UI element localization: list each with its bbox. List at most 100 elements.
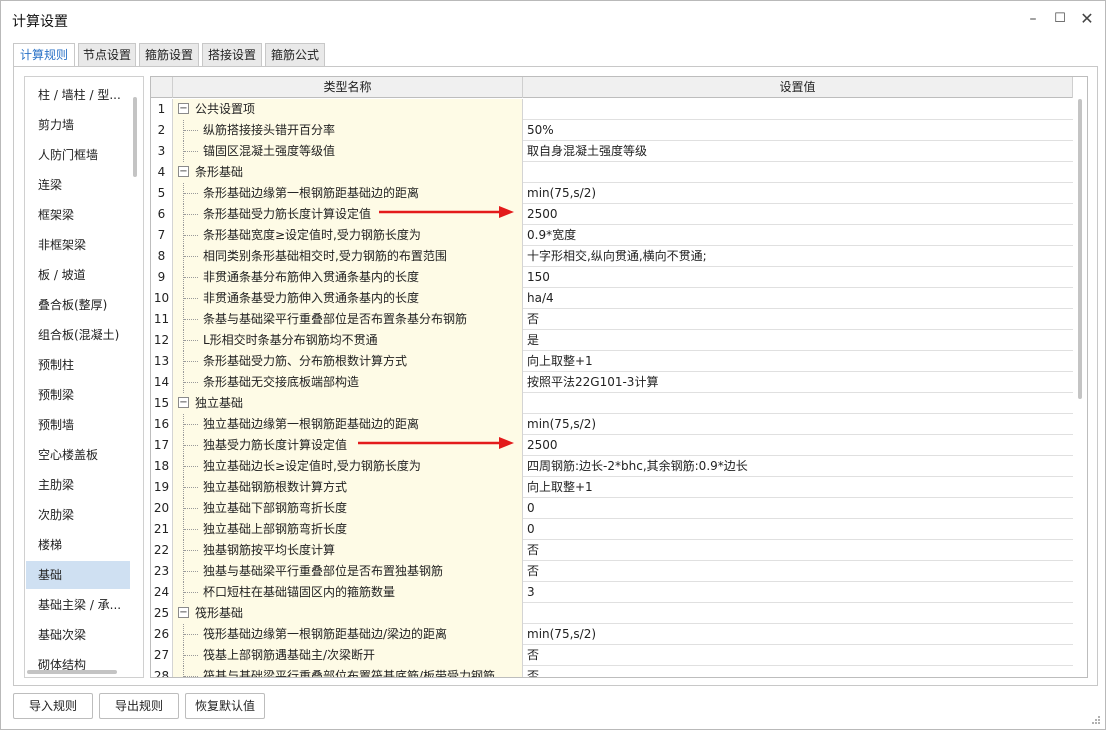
list-scrollbar[interactable] (133, 97, 137, 177)
tree-connector (184, 340, 198, 341)
tab-stirrup-formula[interactable]: 箍筋公式 (265, 43, 325, 67)
sidebar-item[interactable]: 预制墙 (26, 411, 130, 439)
table-row[interactable]: 13 条形基础受力筋、分布筋根数计算方式 向上取整+1 (151, 351, 1073, 372)
setting-value-cell[interactable]: 0.9*宽度 (523, 225, 1073, 246)
sidebar-item[interactable]: 次肋梁 (26, 501, 130, 529)
sidebar-item[interactable]: 连梁 (26, 171, 130, 199)
import-rules-button[interactable]: 导入规则 (13, 693, 93, 719)
component-list[interactable]: 砌体结构 基础次梁 基础主梁 / 承... 基础 楼梯 次肋梁 主肋梁 空心楼盖板 预制墙 预制梁… (24, 76, 144, 678)
table-row[interactable]: 22 独基钢筋按平均长度计算 否 (151, 540, 1073, 561)
table-row[interactable]: 26 筏形基础边缘第一根钢筋距基础边/梁边的距离 min(75,s/2) (151, 624, 1073, 645)
sidebar-item[interactable]: 基础主梁 / 承... (26, 591, 130, 619)
setting-name: 独立基础上部钢筋弯折长度 (203, 522, 348, 536)
setting-value-cell[interactable]: 四周钢筋:边长-2*bhc,其余钢筋:0.9*边长 (523, 456, 1073, 477)
table-row[interactable]: 18 独立基础边长≥设定值时,受力钢筋长度为 四周钢筋:边长-2*bhc,其余钢筋:… (151, 456, 1073, 477)
setting-value-cell[interactable]: 是 (523, 330, 1073, 351)
setting-value-cell[interactable]: 向上取整+1 (523, 477, 1073, 498)
table-row[interactable]: 10 非贯通条基受力筋伸入贯通条基内的长度 ha/4 (151, 288, 1073, 309)
sidebar-item[interactable]: 组合板(混凝土) (26, 321, 130, 349)
sidebar-item[interactable]: 框架梁 (26, 201, 130, 229)
export-rules-button[interactable]: 导出规则 (99, 693, 179, 719)
table-row[interactable]: 2 纵筋搭接接头错开百分率 50% (151, 120, 1073, 141)
resize-grip-icon[interactable] (1091, 715, 1101, 725)
setting-value-cell[interactable]: min(75,s/2) (523, 624, 1073, 645)
setting-value-cell[interactable]: 否 (523, 561, 1073, 582)
group-row[interactable]: 15− 独立基础 (151, 393, 1073, 414)
group-row[interactable]: 25− 筏形基础 (151, 603, 1073, 624)
type-name-cell: − 公共设置项 (173, 99, 523, 120)
sidebar-item[interactable]: 剪力墙 (26, 111, 130, 139)
type-name-cell: − 独立基础 (173, 393, 523, 414)
tree-connector (184, 214, 198, 215)
grid-scrollbar[interactable] (1078, 99, 1082, 399)
close-icon[interactable]: ✕ (1077, 9, 1097, 29)
setting-value-cell[interactable]: 2500 (523, 204, 1073, 225)
row-number: 27 (151, 645, 173, 666)
setting-value-cell[interactable]: 向上取整+1 (523, 351, 1073, 372)
sidebar-item[interactable]: 主肋梁 (26, 471, 130, 499)
collapse-icon[interactable]: − (178, 103, 189, 114)
sidebar-item[interactable]: 叠合板(整厚) (26, 291, 130, 319)
setting-value-cell[interactable]: 2500 (523, 435, 1073, 456)
list-hscrollbar[interactable] (27, 670, 117, 674)
table-row[interactable]: 27 筏基上部钢筋遇基础主/次梁断开 否 (151, 645, 1073, 666)
sidebar-item[interactable]: 预制柱 (26, 351, 130, 379)
setting-value-cell[interactable]: ha/4 (523, 288, 1073, 309)
setting-value-cell[interactable]: 否 (523, 309, 1073, 330)
table-row[interactable]: 19 独立基础钢筋根数计算方式 向上取整+1 (151, 477, 1073, 498)
tab-calc-rules[interactable]: 计算规则 (13, 43, 75, 68)
collapse-icon[interactable]: − (178, 397, 189, 408)
table-row[interactable]: 7 条形基础宽度≥设定值时,受力钢筋长度为 0.9*宽度 (151, 225, 1073, 246)
collapse-icon[interactable]: − (178, 166, 189, 177)
table-row[interactable]: 20 独立基础下部钢筋弯折长度 0 (151, 498, 1073, 519)
setting-value-cell[interactable]: 150 (523, 267, 1073, 288)
table-row[interactable]: 16 独立基础边缘第一根钢筋距基础边的距离 min(75,s/2) (151, 414, 1073, 435)
restore-defaults-button[interactable]: 恢复默认值 (185, 693, 265, 719)
setting-value-cell[interactable]: min(75,s/2) (523, 414, 1073, 435)
table-row[interactable]: 24 杯口短柱在基础锚固区内的箍筋数量 3 (151, 582, 1073, 603)
setting-value-cell[interactable]: 否 (523, 540, 1073, 561)
table-row[interactable]: 23 独基与基础梁平行重叠部位是否布置独基钢筋 否 (151, 561, 1073, 582)
type-name-cell: 条形基础边缘第一根钢筋距基础边的距离 (173, 183, 523, 204)
minimize-icon[interactable]: – (1023, 9, 1043, 29)
table-row[interactable]: 11 条基与基础梁平行重叠部位是否布置条基分布钢筋 否 (151, 309, 1073, 330)
sidebar-item[interactable]: 楼梯 (26, 531, 130, 559)
tab-node-settings[interactable]: 节点设置 (78, 43, 136, 67)
table-row[interactable]: 17 独基受力筋长度计算设定值 2500 (151, 435, 1073, 456)
table-row[interactable]: 12 L形相交时条基分布钢筋均不贯通 是 (151, 330, 1073, 351)
setting-value-cell[interactable]: 否 (523, 645, 1073, 666)
setting-value-cell[interactable]: 否 (523, 666, 1073, 677)
group-label: 独立基础 (195, 396, 244, 410)
collapse-icon[interactable]: − (178, 607, 189, 618)
sidebar-item[interactable]: 空心楼盖板 (26, 441, 130, 469)
tab-stirrup-settings[interactable]: 箍筋设置 (139, 43, 199, 67)
sidebar-item[interactable]: 预制梁 (26, 381, 130, 409)
table-row[interactable]: 5 条形基础边缘第一根钢筋距基础边的距离 min(75,s/2) (151, 183, 1073, 204)
maximize-icon[interactable]: ☐ (1050, 9, 1070, 29)
setting-value-cell[interactable]: 50% (523, 120, 1073, 141)
sidebar-item[interactable]: 非框架梁 (26, 231, 130, 259)
table-row[interactable]: 3 锚固区混凝土强度等级值 取自身混凝土强度等级 (151, 141, 1073, 162)
tab-lap-settings[interactable]: 搭接设置 (202, 43, 262, 67)
group-row[interactable]: 1− 公共设置项 (151, 99, 1073, 120)
sidebar-item[interactable]: 板 / 坡道 (26, 261, 130, 289)
sidebar-item[interactable]: 基础次梁 (26, 621, 130, 649)
table-row[interactable]: 28 筏基与基础梁平行重叠部位布置筏基底筋/板带受力钢筋 否 (151, 666, 1073, 677)
setting-value-cell[interactable]: 取自身混凝土强度等级 (523, 141, 1073, 162)
setting-value-cell[interactable]: 0 (523, 519, 1073, 540)
table-row[interactable]: 9 非贯通条基分布筋伸入贯通条基内的长度 150 (151, 267, 1073, 288)
sidebar-item[interactable]: 柱 / 墙柱 / 型... (26, 81, 130, 109)
tree-connector (184, 550, 198, 551)
setting-value-cell[interactable]: 0 (523, 498, 1073, 519)
group-row[interactable]: 4− 条形基础 (151, 162, 1073, 183)
table-row[interactable]: 8 相同类别条形基础相交时,受力钢筋的布置范围 十字形相交,纵向贯通,横向不贯通; (151, 246, 1073, 267)
setting-value-cell[interactable]: 十字形相交,纵向贯通,横向不贯通; (523, 246, 1073, 267)
setting-value-cell[interactable]: min(75,s/2) (523, 183, 1073, 204)
setting-value-cell[interactable]: 3 (523, 582, 1073, 603)
table-row[interactable]: 6 条形基础受力筋长度计算设定值 2500 (151, 204, 1073, 225)
setting-value-cell[interactable]: 按照平法22G101-3计算 (523, 372, 1073, 393)
table-row[interactable]: 21 独立基础上部钢筋弯折长度 0 (151, 519, 1073, 540)
table-row[interactable]: 14 条形基础无交接底板端部构造 按照平法22G101-3计算 (151, 372, 1073, 393)
sidebar-item[interactable]: 人防门框墙 (26, 141, 130, 169)
sidebar-item[interactable]: 基础 (26, 561, 130, 589)
